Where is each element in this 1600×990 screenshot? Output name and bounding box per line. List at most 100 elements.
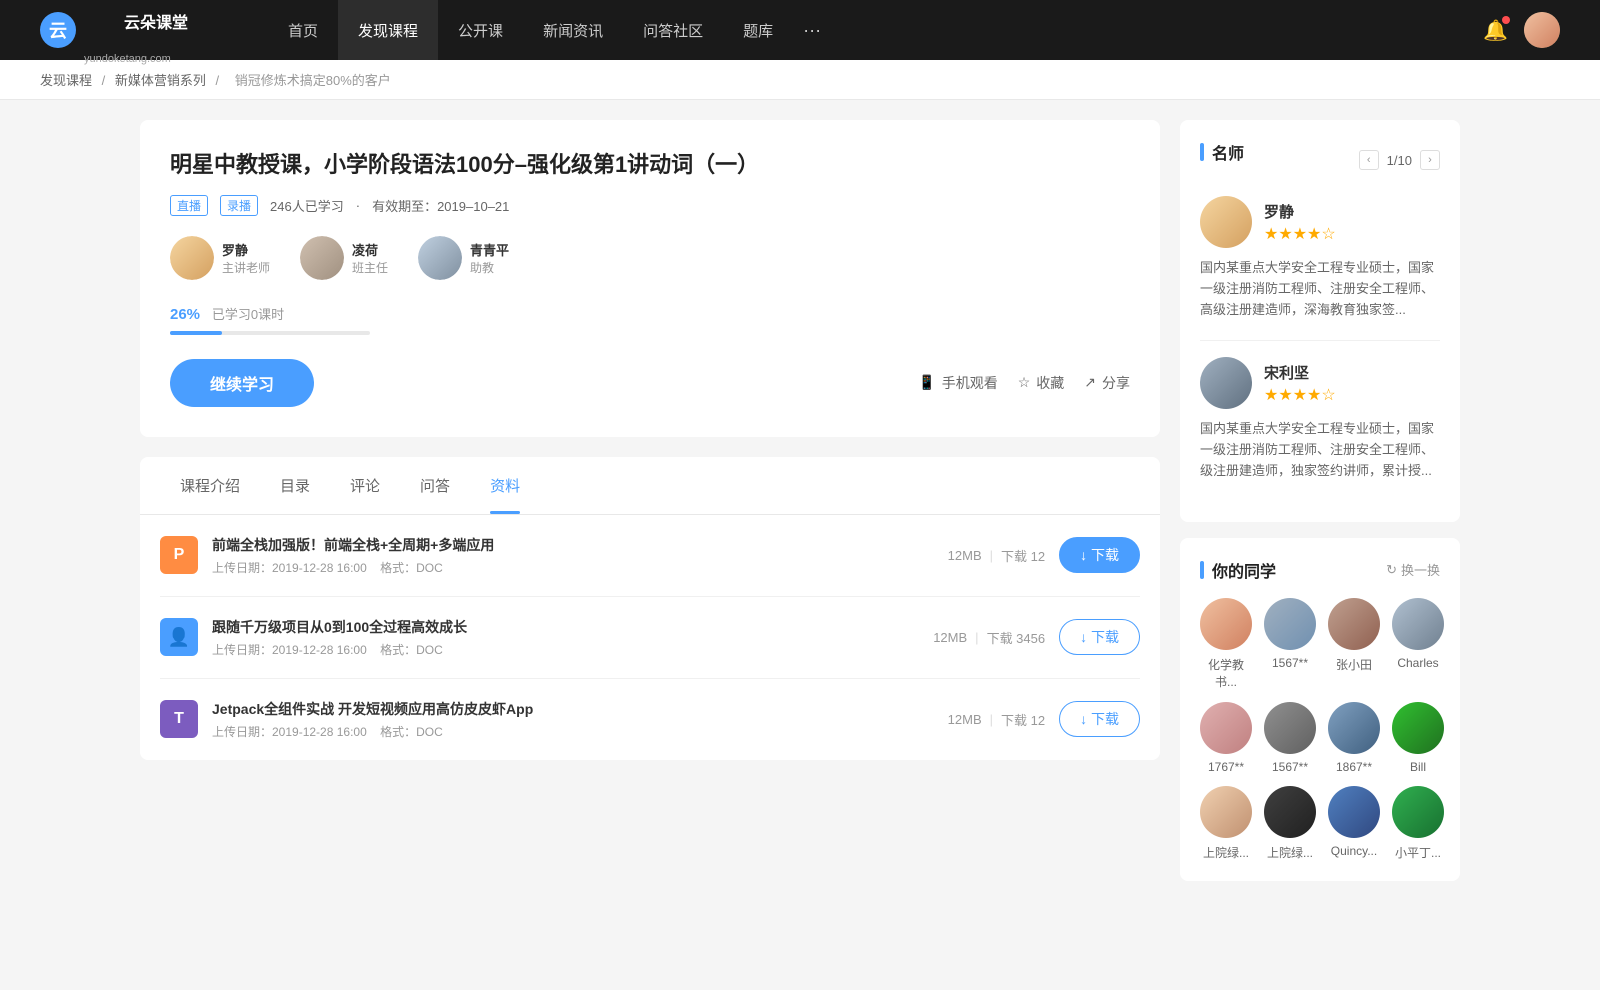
teacher-name-1: 凌荷: [352, 240, 388, 259]
breadcrumb-link-discover[interactable]: 发现课程: [40, 73, 92, 88]
resource-stats-2: 12MB | 下载 12: [948, 710, 1045, 729]
share-icon: ↗: [1084, 374, 1096, 391]
classmate-name-4: 1767**: [1208, 760, 1244, 774]
resource-name-0: 前端全栈加强版！前端全栈+全周期+多端应用: [212, 535, 934, 555]
star-icon: ☆: [1018, 374, 1031, 391]
classmate-1: 1567**: [1264, 598, 1316, 690]
resource-size-2: 12MB: [948, 712, 982, 727]
header-right: 🔔: [1483, 12, 1560, 48]
download-button-1[interactable]: ↓ 下载: [1059, 619, 1140, 655]
sidebar-teacher-stars-1: ★★★★☆: [1264, 385, 1336, 405]
classmate-11: 小平丁...: [1392, 786, 1444, 861]
progress-percent: 26%: [170, 306, 200, 323]
teachers-list: 罗静 主讲老师 凌荷 班主任: [170, 236, 1130, 280]
classmate-2: 张小田: [1328, 598, 1380, 690]
nav-item-quiz[interactable]: 题库: [723, 0, 793, 60]
refresh-icon: ↻: [1386, 562, 1397, 578]
sidebar-teacher-avatar-0: [1200, 196, 1252, 248]
teacher-name-2: 青青平: [470, 240, 509, 259]
progress-bar-fill: [170, 331, 222, 335]
nav-item-open[interactable]: 公开课: [438, 0, 523, 60]
refresh-classmates-btn[interactable]: ↻ 换一换: [1386, 560, 1440, 579]
sidebar-teacher-desc-0: 国内某重点大学安全工程专业硕士，国家一级注册消防工程师、注册安全工程师、高级注册…: [1200, 258, 1440, 320]
nav-item-qa[interactable]: 问答社区: [623, 0, 723, 60]
classmate-avatar-11: [1392, 786, 1444, 838]
teacher-info-2: 青青平 助教: [470, 240, 509, 276]
classmate-avatar-2: [1328, 598, 1380, 650]
resource-item-0: P 前端全栈加强版！前端全栈+全周期+多端应用 上传日期：2019-12-28 …: [160, 515, 1140, 597]
logo[interactable]: 云 云朵课堂 yundoketang.com: [40, 0, 228, 66]
teacher-avatar-0: [170, 236, 214, 280]
bell-icon[interactable]: 🔔: [1483, 18, 1508, 43]
breadcrumb: 发现课程 / 新媒体营销系列 / 销冠修炼术搞定80%的客户: [0, 60, 1600, 100]
tab-comment[interactable]: 评论: [330, 457, 400, 514]
teacher-1: 凌荷 班主任: [300, 236, 388, 280]
actions-row: 继续学习 📱 手机观看 ☆ 收藏 ↗ 分享: [170, 359, 1130, 407]
continue-button[interactable]: 继续学习: [170, 359, 314, 407]
resource-item-2: T Jetpack全组件实战 开发短视频应用高仿皮皮虾App 上传日期：2019…: [160, 679, 1140, 760]
share-button[interactable]: ↗ 分享: [1084, 373, 1130, 393]
classmate-4: 1767**: [1200, 702, 1252, 774]
classmate-name-2: 张小田: [1336, 656, 1372, 673]
sidebar-teacher-0: 罗静 ★★★★☆ 国内某重点大学安全工程专业硕士，国家一级注册消防工程师、注册安…: [1200, 196, 1440, 320]
download-button-2[interactable]: ↓ 下载: [1059, 701, 1140, 737]
nav-item-discover[interactable]: 发现课程: [338, 0, 438, 60]
resource-sep-2: |: [990, 712, 993, 727]
sidebar: 名师 ‹ 1/10 › 罗静 ★★★★☆: [1180, 120, 1460, 897]
students-count: 246人已学习: [270, 196, 344, 215]
classmate-avatar-4: [1200, 702, 1252, 754]
classmate-name-7: Bill: [1410, 760, 1426, 774]
mobile-icon: 📱: [918, 374, 935, 391]
course-meta: 直播 录播 246人已学习 · 有效期至：2019–10–21: [170, 195, 1130, 216]
resource-date-2: 上传日期：2019-12-28 16:00: [212, 725, 367, 739]
resource-downloads-1: 下载 3456: [987, 628, 1046, 647]
breadcrumb-link-series[interactable]: 新媒体营销系列: [115, 73, 206, 88]
resource-stats-0: 12MB | 下载 12: [948, 546, 1045, 565]
resource-format-0: 格式：DOC: [380, 561, 443, 575]
classmate-name-1: 1567**: [1272, 656, 1308, 670]
classmate-5: 1567**: [1264, 702, 1316, 774]
teacher-name-0: 罗静: [222, 240, 270, 259]
resource-icon-2: T: [160, 700, 198, 738]
classmate-avatar-9: [1264, 786, 1316, 838]
next-teacher-btn[interactable]: ›: [1420, 150, 1440, 170]
classmate-avatar-7: [1392, 702, 1444, 754]
resource-sep-1: |: [975, 630, 978, 645]
famous-teachers-card: 名师 ‹ 1/10 › 罗静 ★★★★☆: [1180, 120, 1460, 522]
sidebar-teacher-name-1: 宋利坚: [1264, 362, 1336, 383]
badge-live: 直播: [170, 195, 208, 216]
breadcrumb-sep-2: /: [216, 73, 223, 88]
collect-button[interactable]: ☆ 收藏: [1018, 373, 1065, 393]
resource-size-1: 12MB: [933, 630, 967, 645]
prev-teacher-btn[interactable]: ‹: [1359, 150, 1379, 170]
resource-icon-1: 👤: [160, 618, 198, 656]
breadcrumb-current: 销冠修炼术搞定80%的客户: [235, 73, 391, 88]
dot-sep: ·: [356, 198, 360, 213]
classmates-card: 你的同学 ↻ 换一换 化学教书... 1567** 张小田: [1180, 538, 1460, 881]
classmate-8: 上院绿...: [1200, 786, 1252, 861]
tab-intro[interactable]: 课程介绍: [160, 457, 260, 514]
resource-meta-2: 上传日期：2019-12-28 16:00 格式：DOC: [212, 723, 934, 740]
resource-icon-0: P: [160, 536, 198, 574]
mobile-watch-button[interactable]: 📱 手机观看: [918, 373, 997, 393]
classmate-avatar-10: [1328, 786, 1380, 838]
classmate-name-10: Quincy...: [1331, 844, 1377, 858]
tabs: 课程介绍 目录 评论 问答 资料: [140, 457, 1160, 515]
nav-item-news[interactable]: 新闻资讯: [523, 0, 623, 60]
logo-text: 云朵课堂 yundoketang.com: [84, 0, 228, 66]
tab-catalog[interactable]: 目录: [260, 457, 330, 514]
user-avatar[interactable]: [1524, 12, 1560, 48]
tab-qa[interactable]: 问答: [400, 457, 470, 514]
collect-label: 收藏: [1036, 373, 1064, 393]
teacher-role-0: 主讲老师: [222, 259, 270, 276]
classmate-7: Bill: [1392, 702, 1444, 774]
sidebar-teacher-stars-0: ★★★★☆: [1264, 224, 1336, 244]
teacher-avatar-1: [300, 236, 344, 280]
sidebar-teacher-header-0: 罗静 ★★★★☆: [1200, 196, 1440, 248]
download-button-0[interactable]: ↓ 下载: [1059, 537, 1140, 573]
tab-resources[interactable]: 资料: [470, 457, 540, 514]
resource-item-1: 👤 跟随千万级项目从0到100全过程高效成长 上传日期：2019-12-28 1…: [160, 597, 1140, 679]
classmate-name-8: 上院绿...: [1203, 844, 1249, 861]
nav-item-home[interactable]: 首页: [268, 0, 338, 60]
nav-more[interactable]: ···: [793, 0, 831, 60]
